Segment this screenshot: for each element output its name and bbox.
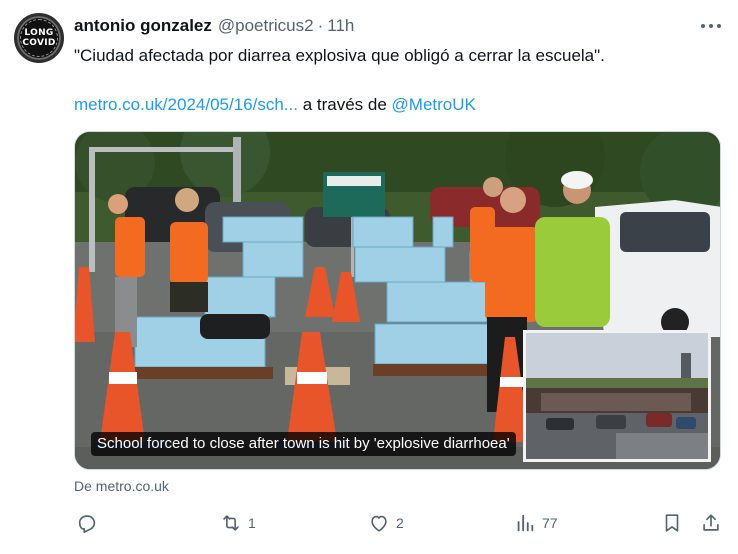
mention-link[interactable]: @MetroUK	[392, 95, 476, 114]
inset-photo-image	[526, 333, 708, 459]
views-count: 77	[542, 515, 558, 531]
avatar-ring	[20, 19, 58, 57]
action-bar: 1 2 77	[0, 508, 738, 538]
timestamp[interactable]: 11h	[327, 16, 354, 36]
views-icon	[517, 514, 534, 532]
bookmark-icon	[665, 514, 679, 532]
bookmark-button[interactable]	[661, 508, 683, 538]
author-handle[interactable]: @poetricus2	[218, 16, 314, 36]
inset-photo	[523, 330, 711, 462]
article-link[interactable]: metro.co.uk/2024/05/16/sch...	[74, 95, 298, 114]
tweet: LONG COVID antonio gonzalez @poetricus2 …	[0, 0, 738, 554]
retweet-button[interactable]: 1	[220, 508, 256, 538]
views-button[interactable]: 77	[514, 508, 558, 538]
tweet-link-line: metro.co.uk/2024/05/16/sch... a través d…	[74, 93, 476, 117]
author-name[interactable]: antonio gonzalez	[74, 16, 212, 36]
link-card[interactable]: School forced to close after town is hit…	[74, 131, 721, 470]
reply-button[interactable]	[76, 508, 104, 538]
reply-icon	[78, 515, 96, 533]
retweet-count: 1	[248, 515, 256, 531]
share-button[interactable]	[700, 508, 722, 538]
retweet-icon	[223, 515, 239, 531]
like-count: 2	[396, 515, 404, 531]
header-separator: ·	[317, 16, 324, 35]
share-icon	[703, 514, 719, 531]
more-icon[interactable]	[696, 14, 726, 38]
like-icon	[371, 515, 387, 532]
card-source[interactable]: De metro.co.uk	[74, 478, 169, 494]
like-button[interactable]: 2	[368, 508, 404, 538]
tweet-header: antonio gonzalez @poetricus2 · 11h	[74, 14, 354, 38]
tweet-text: "Ciudad afectada por diarrea explosiva q…	[74, 46, 605, 65]
avatar[interactable]: LONG COVID	[14, 13, 64, 63]
card-caption: School forced to close after town is hit…	[91, 432, 516, 456]
via-text: a través de	[297, 95, 392, 114]
